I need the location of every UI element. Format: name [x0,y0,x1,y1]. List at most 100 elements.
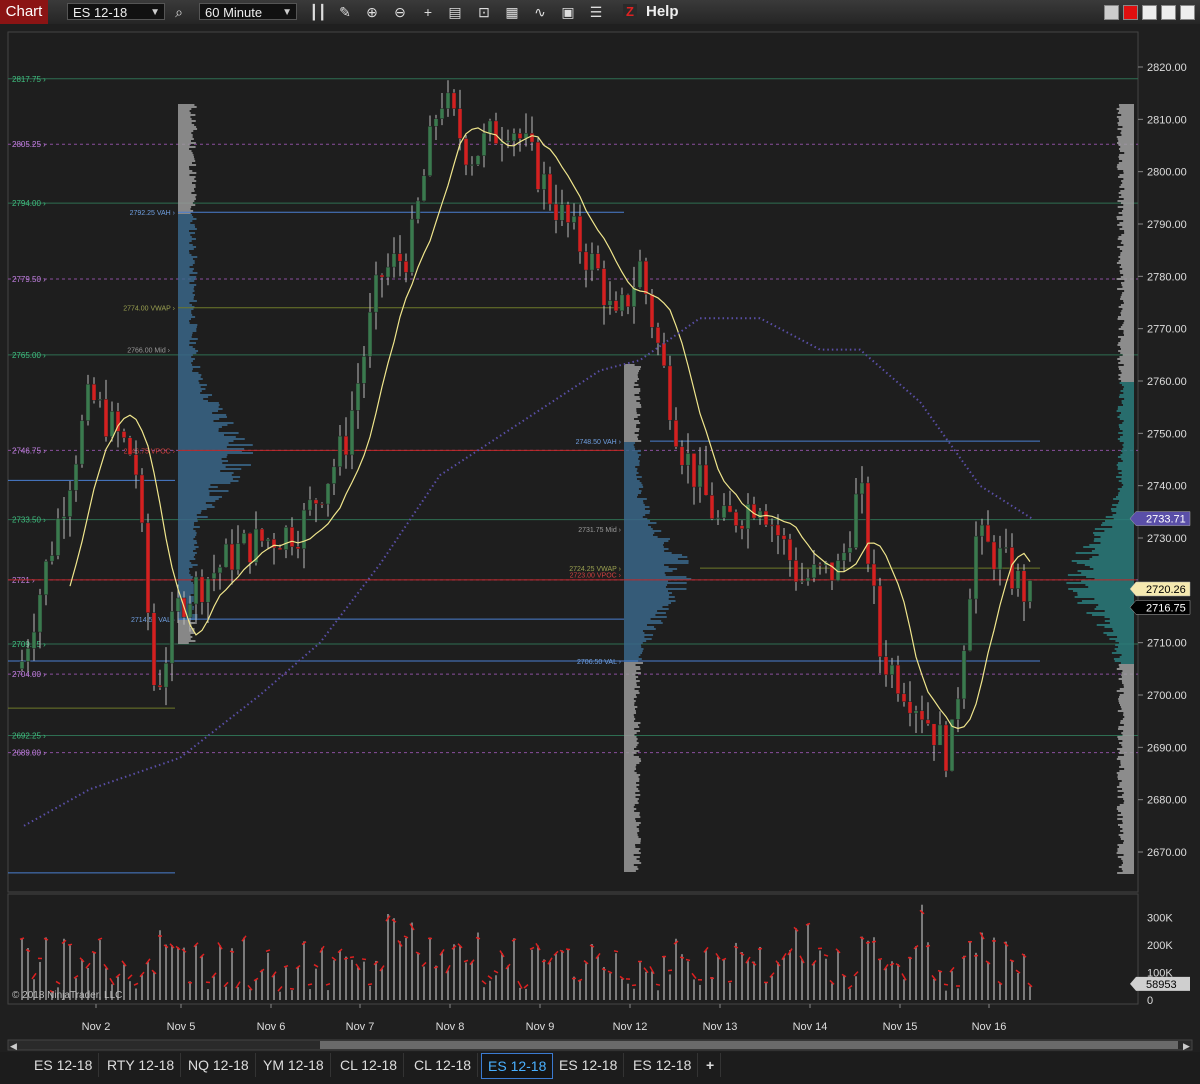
volume-profile-bar [178,632,196,634]
volume-profile-bar [1116,262,1134,264]
strategies-icon[interactable]: ∿ [531,3,549,21]
volume-profile-bar [1114,660,1134,662]
volume-profile-bar [624,792,636,794]
maximize-icon[interactable] [1161,5,1176,20]
volume-profile-bar [178,224,195,226]
volume-profile-bar [1123,714,1134,716]
candle-body [697,464,703,488]
scroll-right-icon[interactable]: ▶ [1183,1041,1190,1051]
volume-profile-bar [1123,798,1134,800]
date-label: Nov 6 [257,1021,286,1033]
add-tab-button[interactable]: + [700,1053,722,1077]
scrollbar-thumb[interactable] [320,1041,1178,1049]
tab-es-12-18[interactable]: ES 12-18 [627,1053,699,1077]
templates-icon[interactable]: ▣ [559,3,577,21]
volume-profile-bar [1103,632,1134,634]
indicators-icon[interactable]: ▦ [503,3,521,21]
candle-body [97,398,103,401]
data-box-icon[interactable]: ⊡ [475,3,493,21]
zoom-in-icon[interactable]: ⊕ [363,3,381,21]
window-link-icon[interactable] [1123,5,1138,20]
volume-profile-bar [178,152,193,154]
volume-profile-bar [1105,516,1134,518]
volume-profile-bar [624,516,643,518]
volume-profile-bar [178,312,192,314]
volume-profile-bar [1119,826,1134,828]
volume-profile-bar [1113,658,1134,660]
tab-es-12-18[interactable]: ES 12-18 [553,1053,625,1077]
volume-profile-bar [624,434,639,436]
volume-profile-bar [624,486,644,488]
volume-profile-bar [624,734,635,736]
price-chart[interactable]: 2820.00 2810.00 2800.00 2790.00 2780.00 2770.… [0,24,1200,1052]
volume-profile-bar [624,396,640,398]
candle-body [727,505,733,513]
volume-profile-bar [1100,542,1134,544]
candle-body [481,132,487,156]
volume-profile-bar [1124,716,1134,718]
volume-profile-bar [1118,646,1134,648]
scroll-left-icon[interactable]: ◀ [10,1041,17,1051]
level-label: 2709.75 › [12,640,46,649]
tab-es-12-18[interactable]: ES 12-18 [481,1053,554,1079]
volume-profile-bar [624,488,639,490]
candle-body [865,482,871,565]
tab-es-12-18[interactable]: ES 12-18 [28,1053,100,1077]
volume-profile-bar [1120,264,1134,266]
candle-body [853,493,859,549]
volume-profile-bar [624,794,641,796]
volume-profile-bar [178,234,191,236]
tab-cl-12-18[interactable]: CL 12-18 [334,1053,405,1077]
volume-profile-bar [624,568,678,570]
volume-profile-bar [178,310,192,312]
candle-body [769,524,775,527]
search-icon[interactable]: ⌕ [170,3,188,21]
volume-profile-bar [624,754,634,756]
volume-profile-bar [1119,766,1134,768]
chart-app-tab[interactable]: Chart [0,0,48,24]
properties-icon[interactable]: ▤ [446,3,464,21]
price-axis-label: 2770.00 [1147,324,1187,336]
minimize-icon[interactable] [1142,5,1157,20]
volume-profile-bar [178,614,198,616]
volume-profile-bar [1119,266,1134,268]
help-menu[interactable]: Help [646,0,679,24]
volume-profile-bar [178,412,213,414]
bar-style-icon[interactable]: ┃┃ [309,3,327,21]
tab-nq-12-18[interactable]: NQ 12-18 [182,1053,256,1077]
draw-icon[interactable]: ✎ [336,3,354,21]
tab-rty-12-18[interactable]: RTY 12-18 [101,1053,182,1077]
volume-profile-bar [624,470,637,472]
volume-profile-bar [1117,748,1134,750]
level-label: 2733.50 › [12,516,46,525]
volume-profile-bar [1105,520,1134,522]
volume-profile-bar [178,430,219,432]
tab-ym-12-18[interactable]: YM 12-18 [257,1053,331,1077]
chart-trader-icon[interactable]: ☰ [587,3,605,21]
instrument-selector[interactable]: ES 12-18 ▼ [67,3,165,20]
volume-profile-bar [1094,538,1134,540]
volume-profile-bar [178,208,191,210]
candle-body [787,538,793,561]
crosshair-icon[interactable]: + [419,3,437,21]
volume-profile-bar [1112,504,1134,506]
volume-profile-bar [1122,324,1134,326]
candle-body [937,724,943,746]
volume-profile-bar [1119,106,1134,108]
close-icon[interactable] [1180,5,1195,20]
chart-panel[interactable]: 2820.00 2810.00 2800.00 2790.00 2780.00 2770.… [0,24,1200,1052]
volume-profile-bar [1123,386,1134,388]
volume-profile-bar [178,130,194,132]
volume-profile-bar [1067,574,1134,576]
tab-cl-12-18[interactable]: CL 12-18 [408,1053,479,1077]
candle-body [583,251,589,271]
volume-profile-bar [178,132,192,134]
volume-profile-bar [1123,274,1134,276]
zoom-out-icon[interactable]: ⊖ [391,3,409,21]
volume-profile-bar [1117,872,1134,874]
volume-profile-bar [1124,152,1134,154]
window-snap-icon[interactable] [1104,5,1119,20]
volume-profile-bar [178,530,196,532]
interval-selector[interactable]: 60 Minute ▼ [199,3,297,20]
volume-profile-bar [178,626,191,628]
